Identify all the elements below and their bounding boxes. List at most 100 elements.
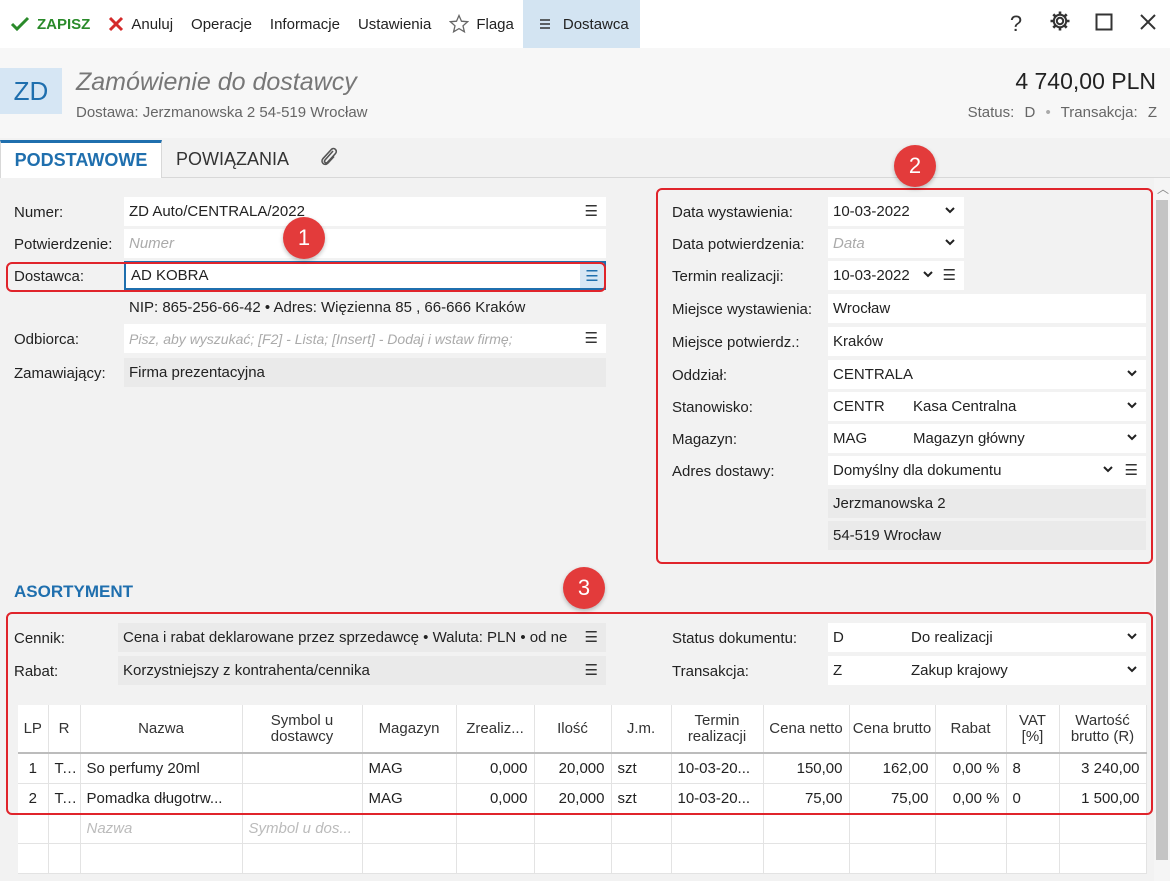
due-date-field[interactable]: 10-03-2022 ☰: [828, 261, 964, 290]
symbol-input-placeholder[interactable]: Symbol u dos...: [242, 813, 363, 844]
pricelist-value: Cena i rabat deklarowane przez sprzedawc…: [123, 629, 568, 646]
pricelist-menu-icon[interactable]: ☰: [585, 628, 598, 646]
gear-button[interactable]: [1038, 0, 1082, 48]
help-button[interactable]: ?: [994, 0, 1038, 48]
column-header[interactable]: LP: [18, 705, 49, 754]
chevron-down-icon[interactable]: [1126, 662, 1138, 679]
doc-status-select[interactable]: D Do realizacji: [828, 623, 1146, 652]
transaction-label: Transakcja:: [1060, 104, 1138, 121]
table-cell: 2: [18, 783, 49, 814]
transaction-select[interactable]: Z Zakup krajowy: [828, 656, 1146, 685]
table-cell: [1006, 813, 1060, 844]
chevron-down-icon[interactable]: [1126, 629, 1138, 646]
due-date-label: Termin realizacji:: [672, 268, 784, 285]
empty-row: [18, 843, 1147, 874]
flag-label: Flaga: [476, 15, 514, 33]
confirm-date-label: Data potwierdzenia:: [672, 236, 805, 253]
supplier-list-button[interactable]: ☰: [580, 263, 604, 288]
information-menu[interactable]: Informacje: [261, 0, 349, 48]
confirmation-field[interactable]: Numer: [124, 229, 606, 258]
table-row[interactable]: 2 T... Pomadka długotrw... MAG 0,000 20,…: [18, 783, 1147, 814]
chevron-down-icon[interactable]: [944, 235, 956, 252]
column-header[interactable]: Symbol u dostawcy: [242, 705, 363, 754]
list-menu-icon[interactable]: ☰: [585, 202, 598, 220]
tab-basic[interactable]: PODSTAWOWE: [0, 140, 162, 178]
column-header[interactable]: VAT [%]: [1006, 705, 1060, 754]
confirm-place-field[interactable]: Kraków: [828, 327, 1146, 356]
station-label: Stanowisko:: [672, 399, 753, 416]
confirmation-label: Potwierdzenie:: [14, 236, 113, 253]
cancel-button[interactable]: Anuluj: [99, 0, 182, 48]
table-cell: [935, 813, 1007, 844]
recipient-field[interactable]: Pisz, aby wyszukać; [F2] - Lista; [Inser…: [124, 324, 606, 353]
station-code: CENTR: [833, 398, 885, 415]
column-header[interactable]: Cena brutto: [849, 705, 936, 754]
table-cell: [48, 813, 81, 844]
save-label: ZAPISZ: [37, 15, 91, 33]
settings-menu[interactable]: Ustawienia: [349, 0, 440, 48]
recipient-list-icon[interactable]: ☰: [580, 329, 598, 347]
supplier-field[interactable]: AD KOBRA ☰: [124, 261, 606, 290]
column-header[interactable]: Zrealiz...: [456, 705, 535, 754]
chevron-down-icon[interactable]: [1126, 366, 1138, 383]
close-window-icon: [1139, 11, 1157, 37]
chevron-down-icon[interactable]: [1102, 462, 1114, 479]
column-header[interactable]: Wartość brutto (R): [1059, 705, 1147, 754]
table-cell: MAG: [362, 753, 457, 784]
maximize-button[interactable]: [1082, 0, 1126, 48]
issue-date-field[interactable]: 10-03-2022: [828, 197, 964, 226]
delivery-address-menu-icon[interactable]: ☰: [1125, 461, 1138, 479]
name-input-placeholder[interactable]: Nazwa: [80, 813, 243, 844]
vertical-scrollbar[interactable]: ︿: [1154, 178, 1170, 881]
supplier-button[interactable]: Dostawca: [522, 0, 640, 48]
discount-field[interactable]: Korzystniejszy z kontrahenta/cennika ☰: [118, 656, 606, 685]
chevron-down-icon[interactable]: [1126, 430, 1138, 447]
close-window-button[interactable]: [1126, 0, 1170, 48]
save-button[interactable]: ZAPISZ: [0, 0, 99, 48]
tab-related[interactable]: POWIĄZANIA: [176, 140, 289, 178]
table-cell: [763, 813, 850, 844]
toolbar: ZAPISZ Anuluj Operacje Informacje Ustawi…: [0, 0, 1170, 48]
station-select[interactable]: CENTR Kasa Centralna: [828, 392, 1146, 421]
column-header[interactable]: Cena netto: [763, 705, 850, 754]
doc-status-name: Do realizacji: [911, 629, 993, 646]
document-title: Zamówienie do dostawcy: [76, 68, 357, 96]
column-header[interactable]: Ilość: [534, 705, 612, 754]
pricelist-field[interactable]: Cena i rabat deklarowane przez sprzedawc…: [118, 623, 606, 652]
table-cell: szt: [611, 783, 672, 814]
table-cell: [849, 813, 936, 844]
due-date-menu-icon[interactable]: ☰: [943, 266, 956, 284]
column-header[interactable]: J.m.: [611, 705, 672, 754]
table-cell: [456, 813, 535, 844]
chevron-down-icon[interactable]: [922, 267, 934, 284]
discount-menu-icon[interactable]: ☰: [585, 661, 598, 679]
table-cell: 0,00 %: [935, 753, 1007, 784]
issue-place-field[interactable]: Wrocław: [828, 294, 1146, 323]
confirm-date-field[interactable]: Data: [828, 229, 964, 258]
branch-value: CENTRALA: [833, 366, 914, 383]
supplier-value: AD KOBRA: [131, 267, 209, 284]
chevron-down-icon[interactable]: [944, 203, 956, 220]
new-item-row[interactable]: Nazwa Symbol u dos...: [18, 813, 1147, 844]
callout-badge-2: 2: [894, 145, 936, 187]
chevron-up-icon[interactable]: ︿: [1157, 180, 1169, 197]
column-header[interactable]: Nazwa: [80, 705, 243, 754]
delivery-address-select[interactable]: Domyślny dla dokumentu ☰: [828, 456, 1146, 485]
tab-attachments[interactable]: [318, 140, 340, 178]
column-header[interactable]: Rabat: [935, 705, 1007, 754]
discount-label: Rabat:: [14, 663, 59, 680]
chevron-down-icon[interactable]: [1126, 398, 1138, 415]
branch-select[interactable]: CENTRALA: [828, 360, 1146, 389]
operations-menu[interactable]: Operacje: [182, 0, 261, 48]
table-row[interactable]: 1 T... So perfumy 20ml MAG 0,000 20,000 …: [18, 753, 1147, 784]
column-header[interactable]: Termin realizacji: [671, 705, 764, 754]
flag-button[interactable]: Flaga: [440, 0, 523, 48]
warehouse-select[interactable]: MAG Magazyn główny: [828, 424, 1146, 453]
column-header[interactable]: Magazyn: [362, 705, 457, 754]
table-cell: 0,000: [456, 753, 535, 784]
column-header[interactable]: R: [48, 705, 81, 754]
issue-date-label: Data wystawienia:: [672, 204, 793, 221]
scrollbar-thumb[interactable]: [1156, 200, 1168, 860]
assortment-transaction-label: Transakcja:: [672, 663, 749, 680]
number-field[interactable]: ZD Auto/CENTRALA/2022 ☰: [124, 197, 606, 226]
